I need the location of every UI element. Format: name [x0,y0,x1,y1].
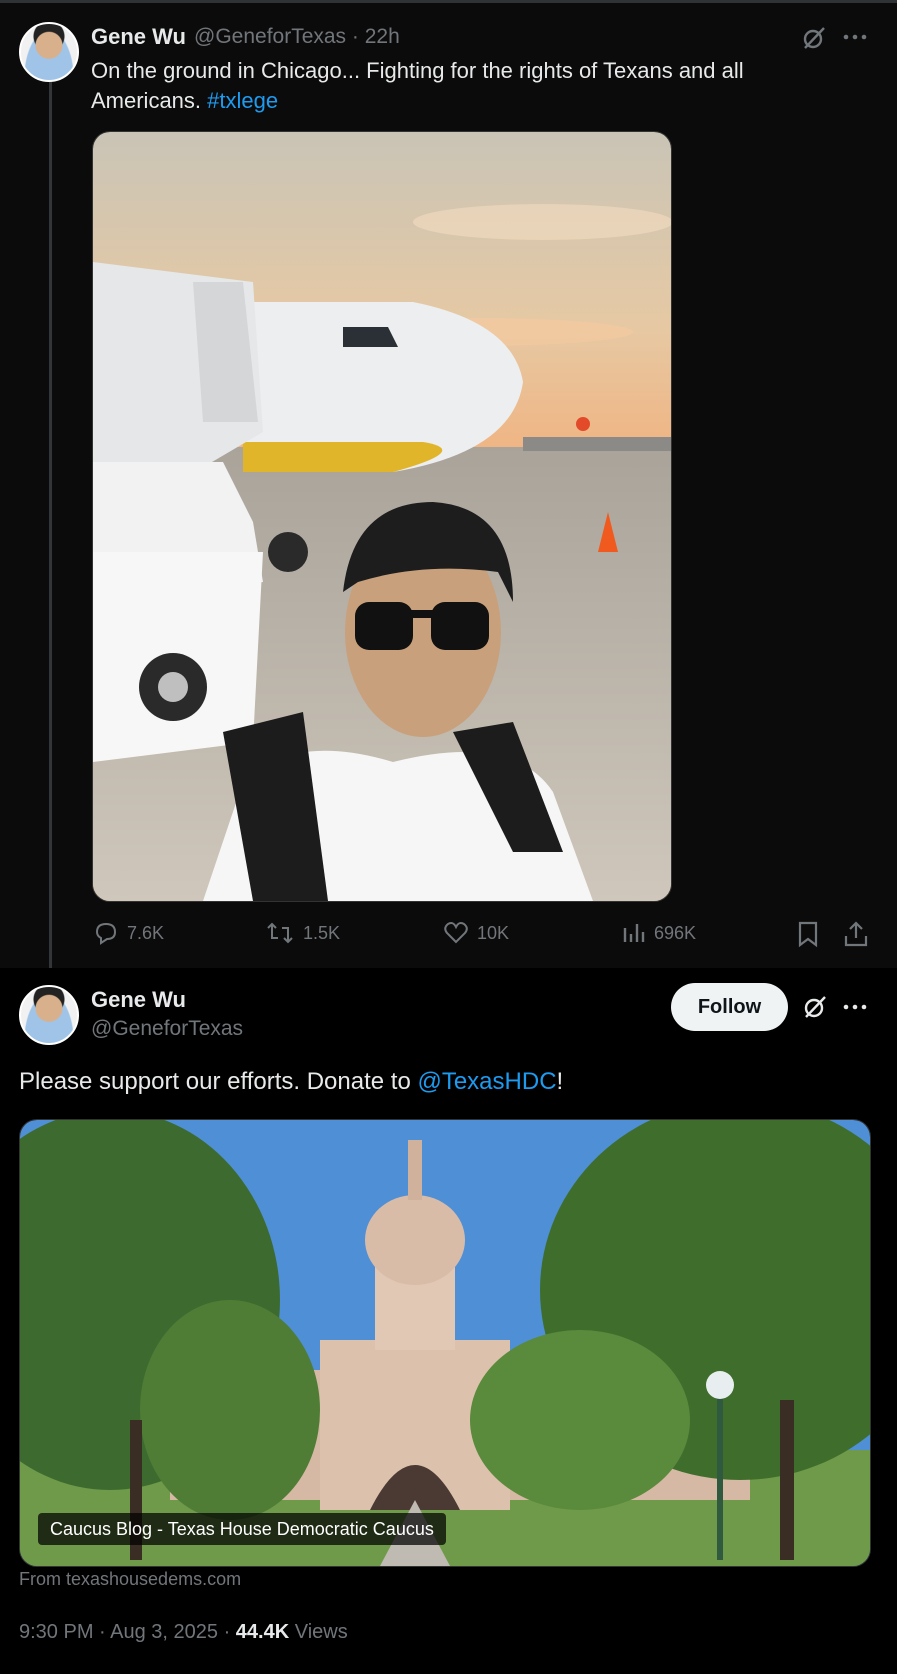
author-name-2[interactable]: Gene Wu [91,987,186,1013]
views-label: Views [289,1621,348,1643]
grok-icon-2[interactable] [801,993,829,1021]
tweet-text: On the ground in Chicago... Fighting for… [91,56,881,116]
grok-icon[interactable] [800,24,828,52]
views-chart-icon [623,924,645,942]
author-handle-2[interactable]: @GeneforTexas [91,1017,243,1041]
author-name[interactable]: Gene Wu [91,24,186,50]
views-count-2: 44.4K [235,1621,290,1643]
bookmark-icon[interactable] [797,920,819,948]
like-count: 10K [477,922,510,943]
reply-icon [95,922,117,945]
repost-count: 1.5K [303,922,341,943]
views-button[interactable]: 696K [620,920,696,946]
capitol-photo [20,1120,870,1566]
more-options-icon[interactable] [843,32,867,42]
reply-count: 7.6K [127,922,165,943]
post-metadata: 9:30 PM · Aug 3, 2025 · 44.4K Views [19,1621,348,1644]
link-card-image[interactable] [19,1119,871,1567]
follow-button[interactable]: Follow [671,983,788,1031]
tweet-text-line-1: On the ground in Chicago... Fighting for… [91,58,744,83]
share-icon[interactable] [843,920,869,948]
author-handle-time[interactable]: @GeneforTexas · 22h [194,25,400,49]
tweet-text-line-2: Americans. [91,88,208,113]
views-count: 696K [654,922,697,943]
repost-icon [267,922,293,944]
tweet-text-2: Please support our efforts. Donate to @T… [19,1067,563,1097]
hashtag-link[interactable]: #txlege [207,88,278,113]
thread-connector [49,80,52,975]
reply-button[interactable]: 7.6K [93,920,164,946]
selfie-airplane-image [93,132,671,901]
timestamp[interactable]: 9:30 PM · Aug 3, 2025 · [19,1621,236,1643]
tweet-text-2-body: Please support our efforts. Donate to [19,1068,418,1095]
author-handle[interactable]: @GeneforTexas [194,25,346,48]
mention-link[interactable]: @TexasHDC [417,1068,556,1095]
repost-button[interactable]: 1.5K [265,920,340,946]
like-button[interactable]: 10K [443,920,509,946]
card-title[interactable]: Caucus Blog - Texas House Democratic Cau… [38,1513,446,1545]
avatar-2[interactable] [19,985,79,1045]
post-time[interactable]: · 22h [352,25,400,48]
tweet-text-2-end: ! [556,1068,564,1095]
tweet-photo[interactable] [92,131,672,902]
heart-icon [444,922,468,944]
more-options-icon-2[interactable] [843,1002,867,1012]
card-source[interactable]: From texashousedems.com [19,1569,241,1590]
avatar[interactable] [19,22,79,82]
